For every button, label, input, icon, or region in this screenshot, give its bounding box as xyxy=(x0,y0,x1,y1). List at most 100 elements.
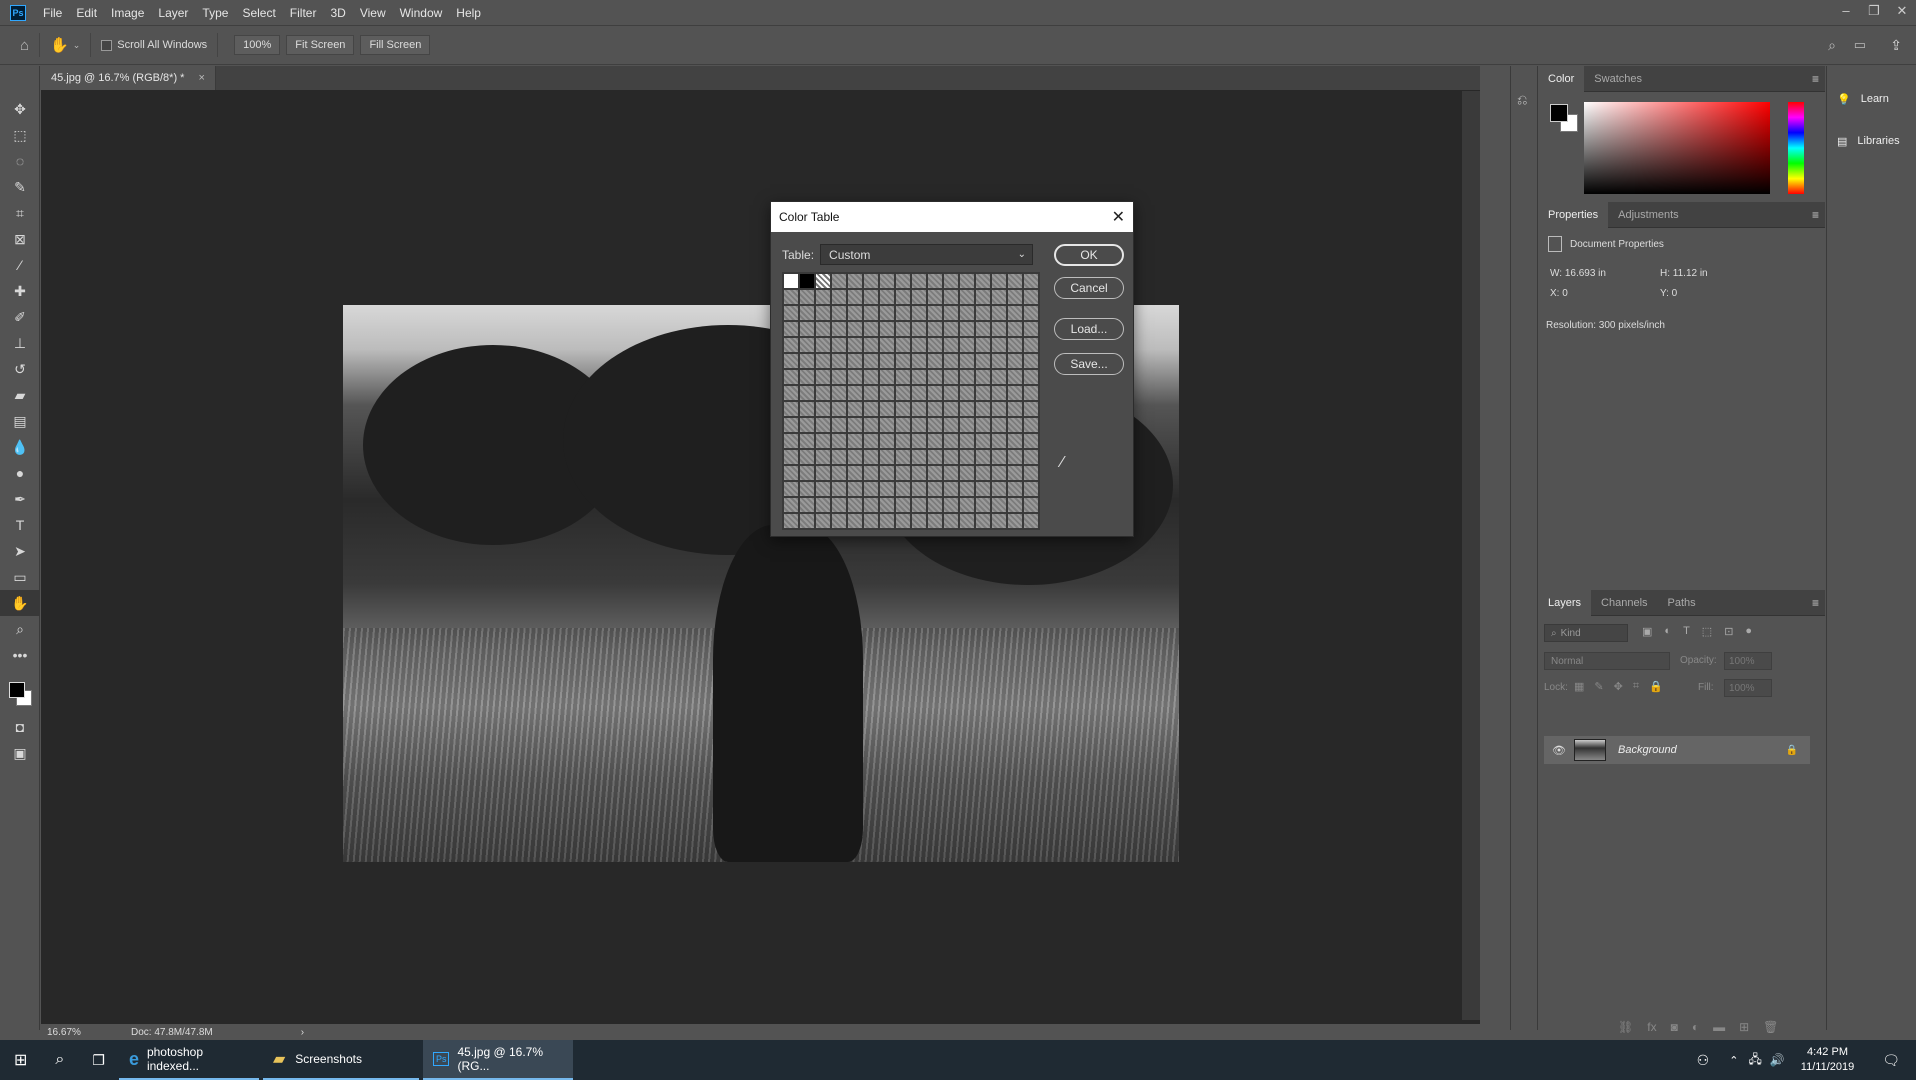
color-table-cell[interactable] xyxy=(976,338,990,352)
color-table-cell[interactable] xyxy=(864,290,878,304)
brush-tool-icon[interactable]: ✐ xyxy=(0,304,40,330)
color-table-cell[interactable] xyxy=(1024,386,1038,400)
color-table-cell[interactable] xyxy=(784,370,798,384)
color-table-cell[interactable] xyxy=(1024,418,1038,432)
color-table-cell[interactable] xyxy=(928,338,942,352)
path-select-tool-icon[interactable]: ➤ xyxy=(0,538,40,564)
color-table-cell[interactable] xyxy=(848,466,862,480)
color-table-cell[interactable] xyxy=(832,338,846,352)
color-table-cell[interactable] xyxy=(816,338,830,352)
color-table-cell[interactable] xyxy=(960,274,974,288)
shape-filter-icon[interactable]: ⬚ xyxy=(1702,625,1712,638)
color-table-cell[interactable] xyxy=(880,322,894,336)
table-select[interactable]: Custom ⌄ xyxy=(820,244,1034,265)
color-spectrum[interactable] xyxy=(1584,102,1770,194)
color-table-cell[interactable] xyxy=(880,290,894,304)
color-table-cell[interactable] xyxy=(1008,386,1022,400)
color-table-cell[interactable] xyxy=(992,434,1006,448)
color-table-cell[interactable] xyxy=(928,370,942,384)
color-table-cell[interactable] xyxy=(800,466,814,480)
color-table-cell[interactable] xyxy=(1008,322,1022,336)
color-table-cell[interactable] xyxy=(832,274,846,288)
color-table-cell[interactable] xyxy=(1024,498,1038,512)
color-table-cell[interactable] xyxy=(880,498,894,512)
color-table-cell[interactable] xyxy=(928,402,942,416)
color-table-cell[interactable] xyxy=(784,290,798,304)
color-table-cell[interactable] xyxy=(800,402,814,416)
fill-input[interactable]: 100% xyxy=(1724,679,1772,697)
zoom-tool-icon[interactable]: ⌕ xyxy=(0,616,40,642)
color-table-cell[interactable] xyxy=(960,402,974,416)
color-table-cell[interactable] xyxy=(992,498,1006,512)
cancel-button[interactable]: Cancel xyxy=(1054,277,1124,299)
color-table-cell[interactable] xyxy=(784,418,798,432)
history-brush-tool-icon[interactable]: ↺ xyxy=(0,356,40,382)
color-table-cell[interactable] xyxy=(816,322,830,336)
color-table-cell[interactable] xyxy=(912,274,926,288)
task-view-icon[interactable]: ❐ xyxy=(78,1040,119,1080)
layer-filter-select[interactable]: ⌕ Kind xyxy=(1544,624,1628,642)
color-table-cell[interactable] xyxy=(864,498,878,512)
load-button[interactable]: Load... xyxy=(1054,318,1124,340)
color-table-cell[interactable] xyxy=(912,418,926,432)
color-table-cell[interactable] xyxy=(944,290,958,304)
taskbar-app-photoshop[interactable]: Ps 45.jpg @ 16.7% (RG... xyxy=(422,1040,573,1080)
smart-object-filter-icon[interactable]: ⊡ xyxy=(1724,625,1733,638)
fx-icon[interactable]: fx xyxy=(1647,1020,1656,1034)
menu-window[interactable]: Window xyxy=(393,6,450,20)
color-table-cell[interactable] xyxy=(976,370,990,384)
layer-row[interactable]: 👁 Background 🔒 xyxy=(1544,736,1810,764)
color-table-cell[interactable] xyxy=(896,418,910,432)
more-tools-icon[interactable]: ••• xyxy=(0,642,40,668)
color-table-cell[interactable] xyxy=(848,386,862,400)
color-table-cell[interactable] xyxy=(784,450,798,464)
color-table-cell[interactable] xyxy=(864,450,878,464)
color-table-cell[interactable] xyxy=(992,354,1006,368)
color-table-cell[interactable] xyxy=(800,354,814,368)
color-table-cell[interactable] xyxy=(832,498,846,512)
menu-select[interactable]: Select xyxy=(235,6,282,20)
color-table-cell[interactable] xyxy=(784,338,798,352)
color-table-cell[interactable] xyxy=(800,322,814,336)
color-table-cell[interactable] xyxy=(1008,274,1022,288)
close-tab-icon[interactable]: × xyxy=(198,72,204,84)
color-table-cell[interactable] xyxy=(800,338,814,352)
color-table-cell[interactable] xyxy=(864,306,878,320)
color-table-cell[interactable] xyxy=(976,274,990,288)
color-table-cell[interactable] xyxy=(1024,434,1038,448)
frame-tool-icon[interactable]: ⊠ xyxy=(0,226,40,252)
color-table-cell[interactable] xyxy=(976,354,990,368)
learn-item[interactable]: 💡 Learn xyxy=(1827,84,1916,114)
color-table-cell[interactable] xyxy=(784,322,798,336)
color-table-cell[interactable] xyxy=(832,354,846,368)
color-table-cell[interactable] xyxy=(880,434,894,448)
lock-transparent-icon[interactable]: ▦ xyxy=(1574,680,1584,693)
color-table-cell[interactable] xyxy=(928,322,942,336)
panel-menu-icon[interactable]: ≡ xyxy=(1812,72,1819,86)
color-table-cell[interactable] xyxy=(944,322,958,336)
volume-icon[interactable]: 🔊 xyxy=(1770,1053,1785,1067)
people-icon[interactable]: ⚇ xyxy=(1697,1052,1710,1069)
color-table-cell[interactable] xyxy=(848,498,862,512)
color-table-cell[interactable] xyxy=(1024,450,1038,464)
color-table-cell[interactable] xyxy=(944,306,958,320)
color-table-cell[interactable] xyxy=(896,274,910,288)
add-mask-icon[interactable]: ◙ xyxy=(1671,1020,1678,1034)
color-table-cell[interactable] xyxy=(912,498,926,512)
color-table-cell[interactable] xyxy=(928,386,942,400)
color-table-cell[interactable] xyxy=(1008,354,1022,368)
color-table-cell[interactable] xyxy=(944,402,958,416)
type-tool-icon[interactable]: T xyxy=(0,512,40,538)
color-table-cell[interactable] xyxy=(896,370,910,384)
color-table-cell[interactable] xyxy=(1024,338,1038,352)
color-table-cell[interactable] xyxy=(912,386,926,400)
taskbar-app-explorer[interactable]: ▰ Screenshots xyxy=(262,1040,419,1080)
color-table-cell[interactable] xyxy=(1024,306,1038,320)
color-table-cell[interactable] xyxy=(1008,434,1022,448)
color-table-cell[interactable] xyxy=(976,434,990,448)
workspace-icon[interactable]: ▭ xyxy=(1854,37,1866,53)
filter-toggle-icon[interactable]: ● xyxy=(1745,625,1752,638)
hue-slider[interactable] xyxy=(1788,102,1804,194)
color-table-cell[interactable] xyxy=(1024,466,1038,480)
layer-name[interactable]: Background xyxy=(1618,744,1677,756)
